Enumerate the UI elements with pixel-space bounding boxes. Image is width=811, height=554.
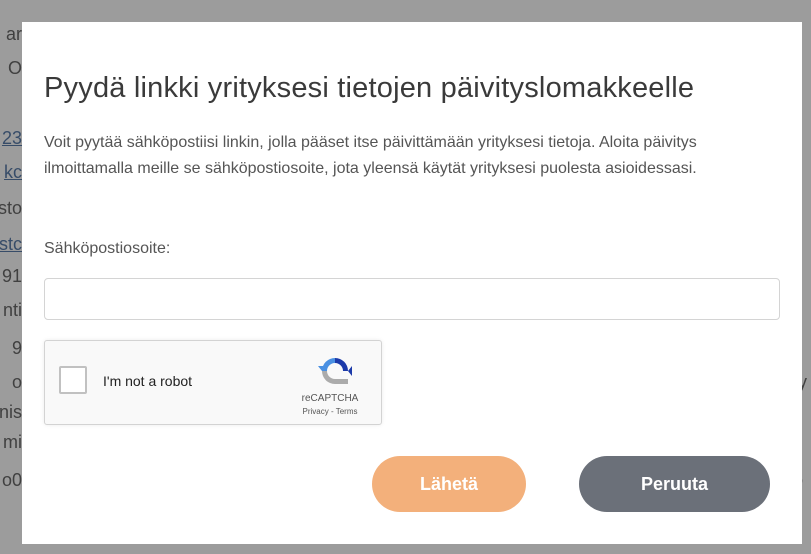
submit-button[interactable]: Lähetä [372, 456, 526, 512]
cancel-button[interactable]: Peruuta [579, 456, 770, 512]
recaptcha-brand: reCAPTCHA [301, 393, 359, 404]
update-link-request-dialog: Pyydä linkki yrityksesi tietojen päivity… [22, 22, 802, 544]
recaptcha-label: I'm not a robot [103, 373, 193, 389]
recaptcha-checkbox[interactable] [59, 366, 87, 394]
email-field[interactable] [44, 278, 780, 320]
dialog-title: Pyydä linkki yrityksesi tietojen päivity… [44, 72, 695, 104]
recaptcha-privacy-terms-links[interactable]: Privacy - Terms [285, 407, 375, 416]
recaptcha-widget: I'm not a robot reCAPTCHA Privacy - Term… [44, 340, 382, 425]
email-label: Sähköpostiosoite: [44, 240, 171, 257]
dialog-description: Voit pyytää sähköpostiisi linkin, jolla … [44, 134, 697, 177]
recaptcha-logo-icon [318, 358, 352, 384]
